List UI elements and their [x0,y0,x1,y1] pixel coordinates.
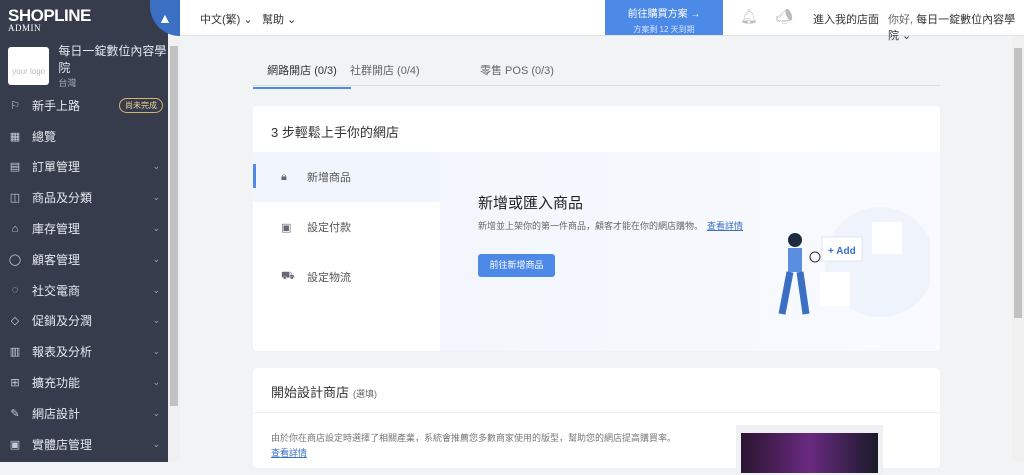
sidebar-item-label: 社交電商 [32,283,81,298]
design-card: 開始設計商店 (選填) 由於你在商店設定時選擇了相關產業，系統會推薦您多數商家使用… [253,368,940,475]
sidebar-item-11[interactable]: ▣ 實體店管理 ⌄ [0,429,168,460]
sidebar-item-2[interactable]: ▤ 訂單管理 ⌄ [0,152,168,183]
setup-title: 3 步輕鬆上手你的網店 [271,125,399,140]
sidebar-item-1[interactable]: ▦ 總覽 [0,121,168,152]
chevron-down-icon: ⌄ [152,438,160,449]
sidebar-item-6[interactable]: ◌ 社交電商 ⌄ [0,275,168,306]
sidebar-item-label: 訂單管理 [32,160,81,175]
panel-title: 新增或匯入商品 [478,195,584,212]
help-dropdown[interactable]: 幫助 ⌄ [262,11,296,27]
sidebar-item-3[interactable]: ◫ 商品及分類 ⌄ [0,182,168,213]
chevron-down-icon: ⌄ [152,315,160,326]
sidebar-item-label: 總覽 [32,129,57,144]
store-icon: ▣ [9,438,21,451]
add-product-button[interactable]: 前往新增商品 [478,254,555,277]
buy-plan-button[interactable]: 前往購買方案 → 方案剩 12 天到期 [605,0,723,35]
chevron-down-icon: ⌄ [152,377,160,388]
megaphone-icon[interactable]: 📣︎ [775,8,793,25]
sidebar-item-10[interactable]: ✎ 網店設計 ⌄ [0,398,168,429]
sidebar-item-label: 商品及分類 [32,191,93,206]
sidebar-item-label: 庫存管理 [32,222,81,237]
chat-icon: ◌ [11,284,19,297]
sidebar-item-7[interactable]: ◇ 促銷及分潤 ⌄ [0,306,168,337]
shopline-logo[interactable]: SHOPLINE ADMIN [8,6,91,33]
tab-social-store[interactable]: 社群開店 (0/4) [350,62,420,78]
apps-icon: ⊞ [10,377,20,390]
brush-icon: ✎ [10,407,20,420]
design-details-link[interactable]: 查看詳情 [271,446,711,461]
user-icon: ◯ [8,253,22,266]
language-dropdown[interactable]: 中文(繁) ⌄ [200,11,253,27]
warehouse-icon: ⌂ [11,222,19,235]
tag-icon: ◇ [10,315,20,328]
design-title: 開始設計商店 [271,385,350,400]
chevron-down-icon: ⌄ [152,223,160,234]
sidebar-item-5[interactable]: ◯ 顧客管理 ⌄ [0,244,168,275]
channel-tabs: 網路開店 (0/3) 社群開店 (0/4) 零售 POS (0/3) [253,56,940,89]
theme-preview[interactable] [736,425,883,475]
bag-icon: ◫ [9,192,21,205]
step-shipping[interactable]: ⛟ 設定物流 [253,252,440,302]
sidebar-item-0[interactable]: ⚐ 新手上路 尚未完成 [0,90,168,121]
add-product-illustration: + Add [778,207,930,317]
store-location: 台灣 [58,78,77,88]
sidebar-item-label: 實體店管理 [32,437,93,452]
sidebar-item-4[interactable]: ⌂ 庫存管理 ⌄ [0,213,168,244]
tab-retail-pos[interactable]: 零售 POS (0/3) [480,62,554,78]
setup-card: 3 步輕鬆上手你的網店 🔒︎ 新增商品 ▣ 設定付款 ⛟ 設定物流 新增或匯入商品 新… [253,106,940,351]
step-panel: 新增或匯入商品 新增並上架你的第一件商品，顧客才能在你的網店購物。 查看詳情 前往… [440,152,940,351]
wallet-icon: ▣ [281,221,292,234]
sidebar-item-label: 新手上路 [32,98,81,113]
svg-text:+ Add: + Add [828,246,856,257]
status-badge: 尚未完成 [119,97,163,113]
store-switcher[interactable]: your logo 每日一錠數位內容學院台灣 [8,42,168,89]
store-logo: your logo [8,46,50,85]
flag-icon: ⚐ [10,99,20,112]
user-menu[interactable]: 你好, 每日一錠數位內容學院 ⌄ [888,11,1024,43]
bell-icon[interactable]: 🔔︎ [740,8,758,25]
main-scrollbar[interactable] [1012,36,1024,462]
sidebar-item-label: 報表及分析 [32,345,93,360]
truck-icon: ⛟ [281,270,295,282]
sidebar-item-label: 促銷及分潤 [32,314,93,329]
sidebar-item-9[interactable]: ⊞ 擴充功能 ⌄ [0,367,168,398]
chevron-down-icon: ⌄ [152,346,160,357]
sidebar-item-8[interactable]: ▥ 報表及分析 ⌄ [0,336,168,367]
chevron-down-icon: ⌄ [152,161,160,172]
chevron-down-icon: ⌄ [152,253,160,264]
details-link[interactable]: 查看詳情 [707,221,743,231]
chevron-down-icon: ⌄ [152,407,160,418]
order-icon: ▤ [9,161,21,174]
sidebar: SHOPLINE ADMIN your logo 每日一錠數位內容學院台灣 ⚐ 新手… [0,0,168,462]
dashboard-icon: ▦ [9,130,21,143]
chevron-down-icon: ⌄ [152,192,160,203]
sidebar-item-label: 擴充功能 [32,376,81,391]
step-payment[interactable]: ▣ 設定付款 [253,202,440,252]
sidebar-item-label: 網店設計 [32,406,81,421]
tab-online-store[interactable]: 網路開店 (0/3) [253,62,351,89]
lock-bag-icon: 🔒︎ [281,170,287,183]
step-add-product[interactable]: 🔒︎ 新增商品 [253,152,440,202]
top-bar: 中文(繁) ⌄ 幫助 ⌄ 前往購買方案 → 方案剩 12 天到期 🔔︎ 📣︎ 進入… [180,0,1024,42]
chevron-down-icon: ⌄ [152,284,160,295]
mountain-icon: ▲ [158,10,172,26]
sidebar-scrollbar[interactable] [168,36,180,462]
chart-icon: ▥ [9,346,21,359]
visit-store-link[interactable]: 進入我的店面 [813,11,879,27]
sidebar-item-label: 顧客管理 [32,252,81,267]
store-name: 每日一錠數位內容學院 [58,44,167,75]
